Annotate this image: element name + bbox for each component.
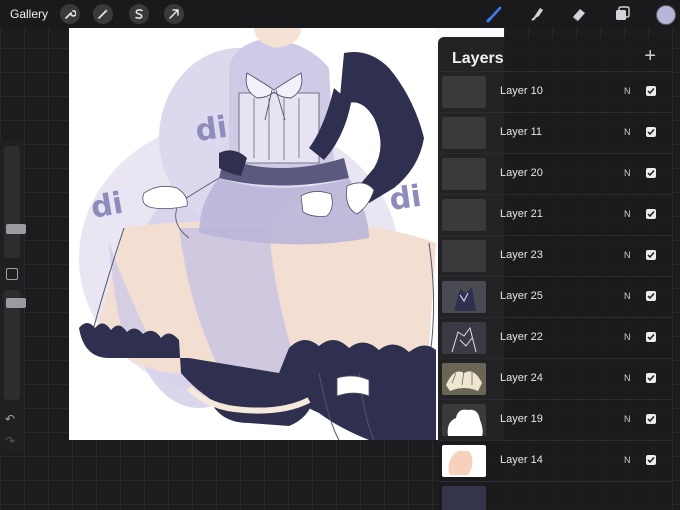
blend-mode-button[interactable]: N [624, 332, 631, 342]
layer-name: Layer 11 [500, 126, 542, 138]
brush-size-thumb[interactable] [6, 224, 26, 234]
drawing-canvas[interactable]: di di di [69, 28, 436, 440]
layer-thumbnail [442, 117, 486, 149]
layers-title: Layers [452, 50, 504, 67]
layers-icon[interactable] [611, 4, 633, 24]
layer-thumbnail [442, 445, 486, 477]
layer-row[interactable]: Layer 10 N [438, 71, 672, 112]
brush-size-slider[interactable] [4, 146, 26, 258]
layer-thumbnail [442, 363, 486, 395]
layer-row[interactable] [438, 481, 672, 510]
visibility-checkbox[interactable] [646, 86, 656, 96]
layer-row[interactable]: Layer 22 N [438, 317, 672, 358]
selection-s-icon[interactable] [129, 4, 149, 24]
layer-row[interactable]: Layer 11 N [438, 112, 672, 153]
blend-mode-button[interactable]: N [624, 250, 631, 260]
visibility-checkbox[interactable] [646, 209, 656, 219]
layer-row[interactable]: Layer 21 N [438, 194, 672, 235]
layer-row[interactable]: Layer 23 N [438, 235, 672, 276]
layer-name: Layer 19 [500, 413, 543, 425]
layer-name: Layer 24 [500, 372, 543, 384]
blend-mode-button[interactable]: N [624, 291, 631, 301]
layer-thumbnail [442, 76, 486, 108]
layer-thumbnail [442, 158, 486, 190]
layer-name: Layer 23 [500, 249, 543, 261]
smudge-icon[interactable] [526, 4, 548, 24]
blend-mode-button[interactable]: N [624, 168, 631, 178]
opacity-slider[interactable] [4, 290, 26, 400]
layer-name: Layer 25 [500, 290, 543, 302]
layer-thumbnail [442, 322, 486, 354]
layer-thumbnail [442, 240, 486, 272]
add-layer-button[interactable]: + [644, 46, 656, 66]
layers-panel: Layers + Layer 10 N Layer 11 N Layer 20 … [438, 37, 672, 510]
visibility-checkbox[interactable] [646, 168, 656, 178]
visibility-checkbox[interactable] [646, 373, 656, 383]
layer-row[interactable]: Layer 20 N [438, 153, 672, 194]
canvas-lettering: di [387, 179, 423, 218]
redo-icon[interactable]: ↷ [5, 434, 15, 448]
brush-icon[interactable] [484, 4, 506, 24]
layer-thumbnail [442, 281, 486, 313]
blend-mode-button[interactable]: N [624, 209, 631, 219]
gallery-button[interactable]: Gallery [10, 7, 48, 21]
color-picker-button[interactable] [656, 5, 676, 25]
visibility-checkbox[interactable] [646, 291, 656, 301]
undo-icon[interactable]: ↶ [5, 412, 15, 426]
layer-name: Layer 14 [500, 454, 543, 466]
layer-row[interactable]: Layer 24 N [438, 358, 672, 399]
modify-square-button[interactable] [6, 268, 18, 280]
layer-row[interactable]: Layer 19 N [438, 399, 672, 440]
blend-mode-button[interactable]: N [624, 86, 631, 96]
blend-mode-button[interactable]: N [624, 455, 631, 465]
visibility-checkbox[interactable] [646, 127, 656, 137]
blend-mode-button[interactable]: N [624, 373, 631, 383]
transform-arrow-icon[interactable] [164, 4, 184, 24]
layer-row[interactable]: Layer 25 N [438, 276, 672, 317]
canvas-lettering: di [88, 186, 125, 226]
layer-name: Layer 10 [500, 85, 543, 97]
layer-row[interactable]: Layer 14 N [438, 440, 672, 481]
blend-mode-button[interactable]: N [624, 414, 631, 424]
visibility-checkbox[interactable] [646, 332, 656, 342]
magic-wand-icon[interactable] [93, 4, 113, 24]
wrench-icon[interactable] [60, 4, 80, 24]
eraser-icon[interactable] [568, 4, 590, 24]
illustration-artwork: di di di [79, 28, 436, 440]
layer-name: Layer 22 [500, 331, 543, 343]
layer-thumbnail [442, 404, 486, 436]
visibility-checkbox[interactable] [646, 414, 656, 424]
top-toolbar: Gallery [0, 0, 680, 28]
blend-mode-button[interactable]: N [624, 127, 631, 137]
visibility-checkbox[interactable] [646, 455, 656, 465]
left-sidebar: ↶ ↷ [0, 140, 26, 454]
visibility-checkbox[interactable] [646, 250, 656, 260]
layer-name: Layer 21 [500, 208, 543, 220]
layer-thumbnail [442, 199, 486, 231]
layer-thumbnail [442, 486, 486, 510]
opacity-thumb[interactable] [6, 298, 26, 308]
canvas-lettering: di [193, 110, 229, 149]
layer-name: Layer 20 [500, 167, 543, 179]
